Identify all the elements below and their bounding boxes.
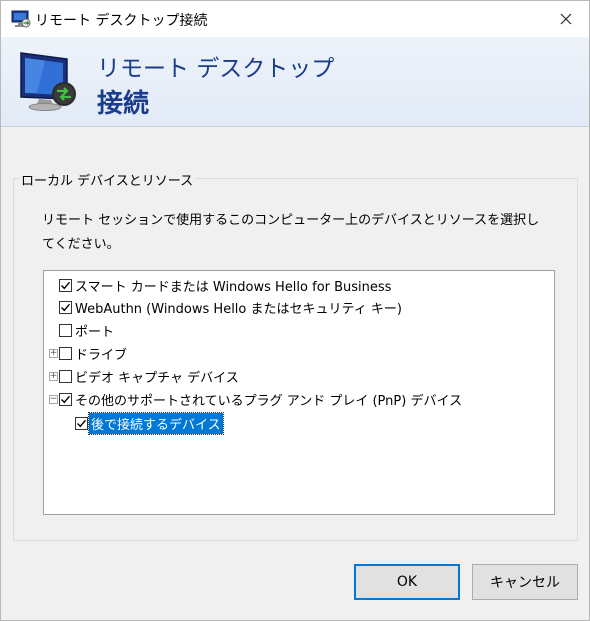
tree-item-later-devices[interactable]: 後で接続するデバイス <box>75 411 224 435</box>
cancel-button[interactable]: キャンセル <box>472 564 578 600</box>
banner-title-line2: 接続 <box>97 89 150 119</box>
checkbox-unchecked[interactable] <box>59 346 72 360</box>
tree-item-pnp-devices[interactable]: − その他のサポートされているプラグ アンド プレイ (PnP) デバイス <box>49 388 464 410</box>
banner: リモート デスクトップ 接続 <box>1 37 589 127</box>
checkbox-checked[interactable] <box>75 416 88 430</box>
expand-plus-icon[interactable]: + <box>49 348 58 358</box>
tree-item-label: その他のサポートされているプラグ アンド プレイ (PnP) デバイス <box>75 393 463 409</box>
tree-item-webauthn[interactable]: WebAuthn (Windows Hello またはセキュリティ キー) <box>59 296 404 318</box>
tree-item-label: ポート <box>75 324 115 340</box>
expand-plus-icon[interactable]: + <box>49 371 58 381</box>
tree-item-label: WebAuthn (Windows Hello またはセキュリティ キー) <box>75 301 402 317</box>
remote-desktop-monitor-icon <box>15 47 85 117</box>
tree-item-label: ドライブ <box>75 347 128 363</box>
group-description: リモート セッションで使用するこのコンピューター上のデバイスとリソースを選択して… <box>42 213 540 252</box>
checkbox-unchecked[interactable] <box>59 323 72 337</box>
tree-item-label: ビデオ キャプチャ デバイス <box>75 370 239 386</box>
ok-button[interactable]: OK <box>354 564 460 600</box>
collapse-minus-icon[interactable]: − <box>49 394 58 404</box>
remote-desktop-icon <box>11 9 31 29</box>
banner-title-line1: リモート デスクトップ <box>97 56 335 82</box>
checkbox-checked[interactable] <box>59 392 72 406</box>
tree-item-ports[interactable]: ポート <box>59 319 116 341</box>
device-tree[interactable]: スマート カードまたは Windows Hello for Business W… <box>43 270 555 515</box>
checkbox-checked[interactable] <box>59 300 72 314</box>
close-icon[interactable] <box>543 1 589 37</box>
tree-item-drives[interactable]: + ドライブ <box>49 342 129 364</box>
tree-item-smart-card[interactable]: スマート カードまたは Windows Hello for Business <box>59 274 393 296</box>
title-bar[interactable]: リモート デスクトップ接続 <box>1 1 589 37</box>
dialog-window: リモート デスクトップ接続 リモート デスクトップ 接続 ローカル デバイスとリ… <box>0 0 590 621</box>
checkbox-checked[interactable] <box>59 278 72 292</box>
group-legend: ローカル デバイスとリソース <box>19 170 196 189</box>
checkbox-unchecked[interactable] <box>59 369 72 383</box>
tree-item-video-capture[interactable]: + ビデオ キャプチャ デバイス <box>49 365 241 387</box>
tree-item-label: スマート カードまたは Windows Hello for Business <box>75 279 392 295</box>
tree-item-label-selected: 後で接続するデバイス <box>88 411 224 435</box>
window-title: リモート デスクトップ接続 <box>35 13 208 29</box>
